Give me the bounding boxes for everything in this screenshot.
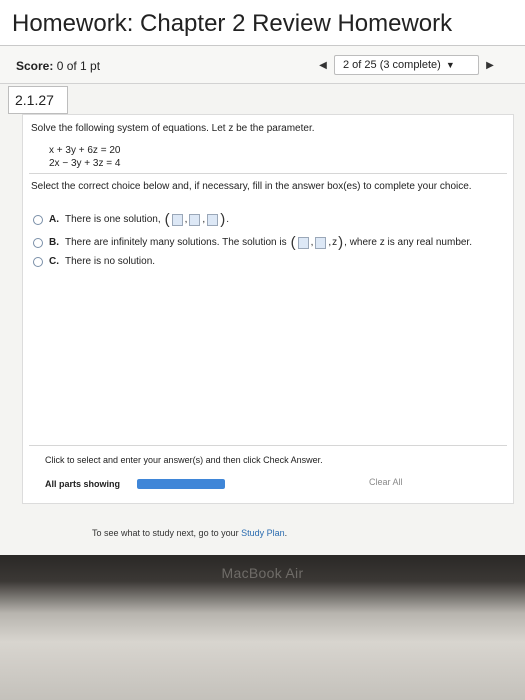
choice-a-suffix: . xyxy=(226,214,229,225)
choice-b-letter: B. xyxy=(49,237,59,248)
page-title: Homework: Chapter 2 Review Homework xyxy=(12,10,453,37)
answer-box-a-z[interactable] xyxy=(207,213,219,226)
choice-c[interactable]: C. There is no solution. xyxy=(33,256,155,267)
device-brand-label: MacBook Air xyxy=(221,565,304,581)
answer-box-a-y[interactable] xyxy=(189,213,201,226)
answer-box-a-x[interactable] xyxy=(171,213,183,226)
next-question-button[interactable]: ▶ xyxy=(479,55,501,75)
score-label: Score: xyxy=(16,59,54,73)
study-plan-link[interactable]: Study Plan xyxy=(241,528,285,538)
equation-1: x + 3y + 6z = 20 xyxy=(49,145,121,156)
triangle-down-icon: ▼ xyxy=(445,60,455,70)
comma: , xyxy=(202,214,206,225)
choice-a-letter: A. xyxy=(49,214,59,225)
clear-all-button[interactable]: Clear All xyxy=(369,477,403,487)
choice-a[interactable]: A. There is one solution, ( , , ) . xyxy=(33,211,229,228)
help-text: Click to select and enter your answer(s)… xyxy=(45,455,323,465)
choice-c-radio[interactable] xyxy=(33,256,43,267)
parts-progress-bar xyxy=(137,479,225,489)
triangle-right-icon: ▶ xyxy=(486,59,494,71)
divider xyxy=(29,173,507,174)
triangle-left-icon: ◀ xyxy=(319,59,327,71)
open-paren: ( xyxy=(290,234,296,251)
progress-fill xyxy=(137,479,225,489)
previous-question-button[interactable]: ◀ xyxy=(312,55,334,75)
study-plan-note: To see what to study next, go to your St… xyxy=(92,528,287,538)
comma: , xyxy=(328,237,332,248)
answer-footer: Click to select and enter your answer(s)… xyxy=(29,445,507,495)
answer-box-b-y[interactable] xyxy=(315,236,327,249)
instruction-text: Select the correct choice below and, if … xyxy=(31,181,472,192)
question-number-tab: 2.1.27 xyxy=(8,86,68,114)
z-term: z xyxy=(332,237,338,248)
choice-c-text: There is no solution. xyxy=(65,256,156,267)
score-row: Score: 0 of 1 pt ◀ 2 of 25 (3 complete) … xyxy=(0,46,525,84)
equation-2: 2x − 3y + 3z = 4 xyxy=(49,158,121,169)
question-prompt: Solve the following system of equations.… xyxy=(31,123,315,134)
choice-b-radio[interactable] xyxy=(33,237,43,248)
browser-screen: Homework: Chapter 2 Review Homework Scor… xyxy=(0,0,525,555)
answer-box-b-x[interactable] xyxy=(297,236,309,249)
parts-showing-label: All parts showing xyxy=(45,479,121,489)
score-value: 0 of 1 pt xyxy=(56,59,101,73)
comma: , xyxy=(310,237,314,248)
choice-b-text: There are infinitely many solutions. The… xyxy=(65,237,287,248)
question-navigation: ◀ 2 of 25 (3 complete) ▼ ▶ xyxy=(312,54,512,76)
choice-a-radio[interactable] xyxy=(33,214,43,225)
close-paren: ) xyxy=(338,234,344,251)
choice-b[interactable]: B. There are infinitely many solutions. … xyxy=(33,234,472,251)
close-paren: ) xyxy=(220,211,226,228)
open-paren: ( xyxy=(164,211,170,228)
title-bar: Homework: Chapter 2 Review Homework xyxy=(0,0,525,46)
question-status: 2 of 25 (3 complete) xyxy=(343,59,441,71)
question-number: 2.1.27 xyxy=(15,92,54,108)
comma: , xyxy=(184,214,188,225)
choice-c-letter: C. xyxy=(49,256,59,267)
choice-b-suffix: , where z is any real number. xyxy=(344,237,472,248)
question-selector-dropdown[interactable]: 2 of 25 (3 complete) ▼ xyxy=(334,55,479,75)
question-panel: Solve the following system of equations.… xyxy=(22,114,514,504)
study-note-suffix: . xyxy=(284,528,288,538)
study-note-prefix: To see what to study next, go to your xyxy=(92,528,239,538)
choice-a-text: There is one solution, xyxy=(65,214,161,225)
score: Score: 0 of 1 pt xyxy=(16,59,100,73)
